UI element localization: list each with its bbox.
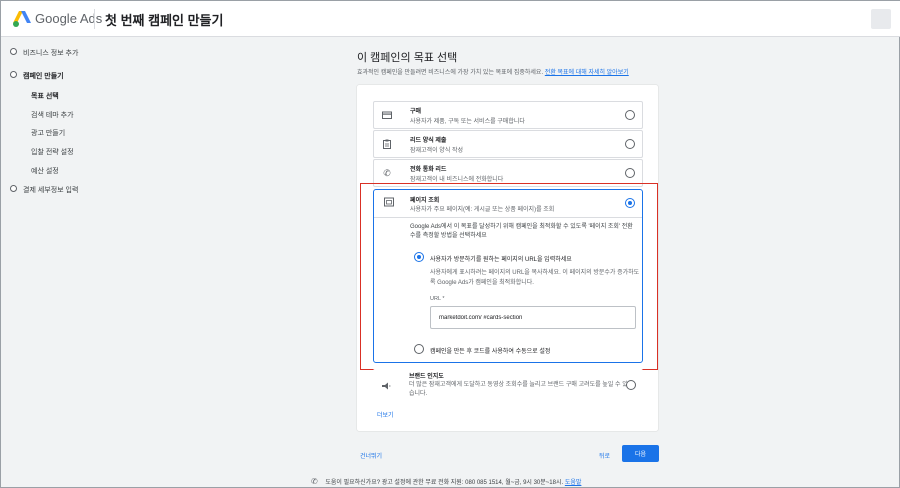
goal-option-lead-form[interactable]: 리드 양식 제출 잠재고객이 양식 작성	[373, 130, 643, 158]
sidebar-item-create-ad[interactable]: 광고 만들기	[31, 128, 65, 138]
help-footer: ✆ 도움이 필요하신가요? 광고 설정에 관한 무료 전화 지원: 080 08…	[311, 477, 581, 486]
phone-icon: ✆	[311, 477, 318, 486]
manual-option-label: 캠페인을 만든 후 코드를 사용하여 수동으로 설정	[430, 349, 551, 355]
sidebar-item-budget[interactable]: 예산 설정	[31, 166, 59, 176]
divider	[374, 217, 642, 218]
account-avatar[interactable]	[871, 9, 891, 29]
url-field-label: URL *	[430, 296, 445, 302]
goal-title: 페이지 조회	[410, 198, 440, 204]
goal-desc: 잠재고객이 양식 작성	[410, 148, 464, 154]
goal-title: 리드 양식 제출	[410, 138, 447, 144]
section-title: 이 캠페인의 목표 선택	[357, 52, 458, 64]
measure-explanation: Google Ads에서 이 목표를 달성하기 위해 캠페인을 최적화할 수 있…	[410, 224, 633, 239]
google-ads-logo	[13, 11, 31, 27]
subtitle-text: 효과적인 캠페인을 만들려면 비즈니스에 가장 가치 있는 목표에 집중하세요.	[357, 70, 544, 76]
url-option-label: 사용자가 방문하기를 원하는 페이지의 URL을 입력하세요	[430, 257, 572, 263]
manual-option-radio[interactable]	[414, 344, 424, 354]
top-header: Google Ads 첫 번째 캠페인 만들기	[1, 1, 900, 37]
step-circle-icon	[10, 185, 17, 192]
brand-name: Google Ads	[35, 11, 103, 26]
header-divider	[94, 9, 95, 29]
goal-desc: 사용자가 제품, 구독 또는 서비스를 구매합니다	[410, 119, 525, 125]
phone-icon: ✆	[383, 168, 391, 178]
help-link[interactable]: 도움말	[565, 480, 582, 486]
sidebar-item-search-theme[interactable]: 검색 테마 추가	[31, 110, 74, 120]
sidebar-item-business-info[interactable]: 비즈니스 정보 추가	[23, 48, 78, 58]
credit-card-icon	[382, 111, 392, 119]
goal-radio-selected[interactable]	[625, 198, 635, 208]
goal-desc: 사용자가 주요 페이지(예: 게시글 또는 상품 페이지)를 조회	[410, 207, 555, 213]
conversion-goal-link[interactable]: 전환 목표에 대해 자세히 알아보기	[545, 70, 629, 76]
next-button[interactable]: 다음	[622, 445, 659, 462]
url-input[interactable]	[430, 306, 636, 329]
goal-radio[interactable]	[625, 110, 635, 120]
goal-radio[interactable]	[625, 139, 635, 149]
goal-radio[interactable]	[626, 380, 636, 390]
app-frame: Google Ads 첫 번째 캠페인 만들기 비즈니스 정보 추가 캠페인 만…	[0, 0, 900, 488]
sidebar-item-create-campaign[interactable]: 캠페인 만들기	[23, 71, 64, 81]
goal-desc: 더 많은 잠재고객에게 도달하고 동영상 조회수를 늘리고 브랜드 구매 고려도…	[409, 382, 628, 397]
goal-title: 브랜드 인지도	[409, 374, 444, 380]
sidebar-item-bid-strategy[interactable]: 입찰 전략 설정	[31, 147, 74, 157]
sidebar-item-select-goal[interactable]: 목표 선택	[31, 91, 59, 101]
goal-radio[interactable]	[625, 168, 635, 178]
clipboard-icon	[383, 139, 391, 149]
page-heading: 첫 번째 캠페인 만들기	[105, 13, 224, 28]
goal-option-page-view[interactable]: 페이지 조회 사용자가 주요 페이지(예: 게시글 또는 상품 페이지)를 조회…	[373, 189, 643, 363]
step-circle-icon	[10, 71, 17, 78]
section-subtitle: 효과적인 캠페인을 만들려면 비즈니스에 가장 가치 있는 목표에 집중하세요.…	[357, 67, 629, 76]
step-circle-icon	[10, 48, 17, 55]
show-more-link[interactable]: 더보기	[377, 410, 394, 419]
goal-title: 전화 통화 리드	[410, 167, 447, 173]
help-text: 도움이 필요하신가요? 광고 설정에 관한 무료 전화 지원: 080 085 …	[325, 480, 564, 486]
goal-option-brand-awareness[interactable]: 브랜드 인지도 더 많은 잠재고객에게 도달하고 동영상 조회수를 늘리고 브랜…	[373, 369, 643, 403]
goal-title: 구매	[410, 109, 422, 115]
sidebar-item-payment[interactable]: 결제 세부정보 입력	[23, 185, 78, 195]
megaphone-icon	[382, 382, 391, 390]
url-option-desc: 사용자에게 표시하려는 페이지의 URL을 복사하세요. 이 페이지의 방문수가…	[430, 270, 640, 286]
back-button[interactable]: 뒤로	[599, 451, 610, 460]
skip-button[interactable]: 건너뛰기	[360, 451, 382, 460]
goal-option-purchase[interactable]: 구매 사용자가 제품, 구독 또는 서비스를 구매합니다	[373, 101, 643, 129]
web-page-icon	[384, 197, 394, 207]
url-option-radio[interactable]	[414, 252, 424, 262]
goal-desc: 잠재고객이 내 비즈니스에 전화합니다	[410, 177, 504, 183]
goal-option-phone-call[interactable]: ✆ 전화 통화 리드 잠재고객이 내 비즈니스에 전화합니다	[373, 159, 643, 187]
